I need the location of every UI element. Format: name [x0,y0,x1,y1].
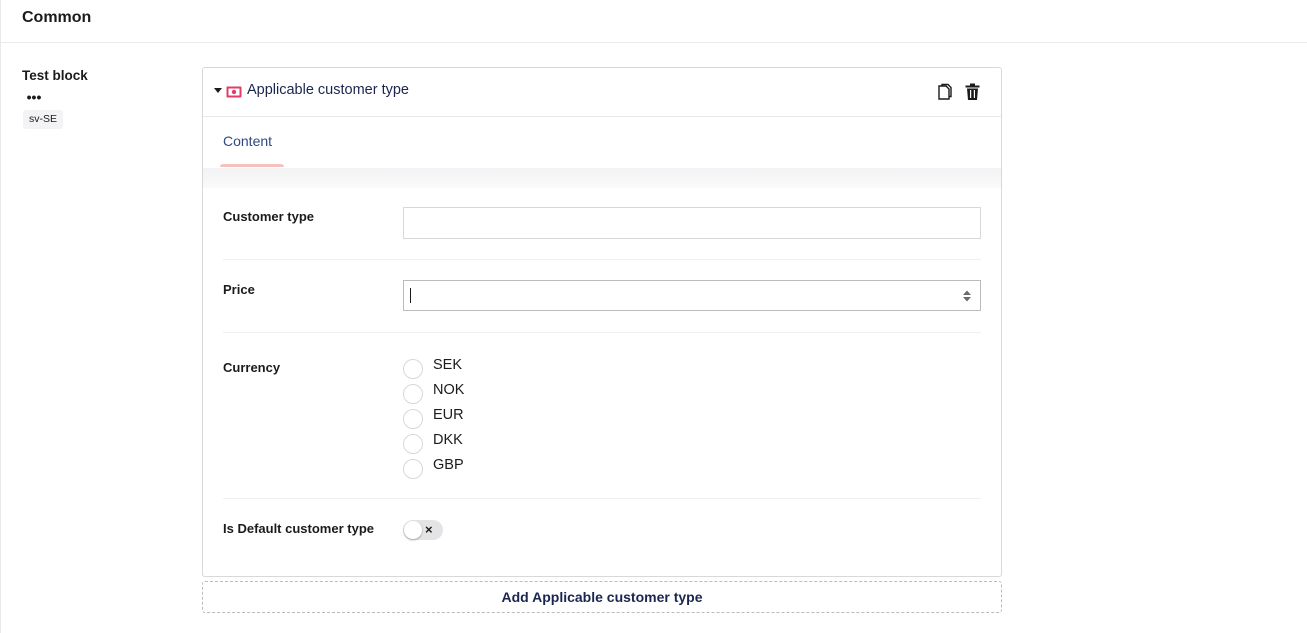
trash-icon[interactable] [964,83,981,101]
page: Common Test block ••• sv-SE Applicable c… [0,0,1307,633]
text-cursor [410,288,411,303]
number-spinner-icon[interactable] [962,289,972,303]
tab-content[interactable]: Content [223,133,272,149]
row-divider [223,259,981,260]
culture-badge: sv-SE [23,110,64,129]
radio-circle[interactable] [403,384,423,404]
radio-circle[interactable] [403,409,423,429]
price-label: Price [223,282,255,297]
customer-type-label: Customer type [223,209,315,224]
radio-currency-nok[interactable]: NOK [403,382,523,404]
radio-label: GBP [433,457,464,473]
row-divider [223,498,981,499]
property-actions-button[interactable]: ••• [23,90,45,107]
radio-circle[interactable] [403,459,423,479]
is-default-toggle[interactable]: × [403,520,443,540]
radio-currency-gbp[interactable]: GBP [403,457,523,479]
radio-label: NOK [433,382,465,398]
block-header[interactable]: Applicable customer type [203,68,1001,117]
property-label: Test block [22,68,88,83]
row-divider [223,332,981,333]
radio-circle[interactable] [403,359,423,379]
add-block-button[interactable]: Add Applicable customer type [202,581,1002,613]
customer-type-input[interactable] [403,207,981,239]
radio-currency-eur[interactable]: EUR [403,407,523,429]
radio-currency-sek[interactable]: SEK [403,357,523,379]
toggle-off-icon: × [425,522,433,537]
copy-icon[interactable] [936,83,954,101]
price-input[interactable] [403,280,981,311]
money-icon [226,86,242,98]
radio-currency-dkk[interactable]: DKK [403,432,523,454]
radio-label: EUR [433,407,464,423]
radio-label: SEK [433,357,463,373]
group-title: Common [22,9,92,26]
group-header: Common [1,0,1307,43]
currency-label: Currency [223,360,281,375]
is-default-label: Is Default customer type [223,521,374,536]
caret-down-icon[interactable] [214,88,222,93]
radio-circle[interactable] [403,434,423,454]
block-item: Applicable customer type Content Custome… [202,67,1002,577]
block-tabs: Content [203,117,1001,168]
toggle-knob [404,521,422,539]
radio-label: DKK [433,432,463,448]
tab-active-indicator [220,164,284,167]
tab-separator [203,168,1001,188]
block-title[interactable]: Applicable customer type [247,82,409,98]
